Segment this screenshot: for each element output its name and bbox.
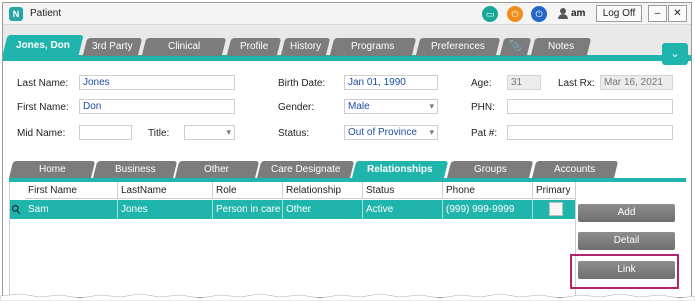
status-label: Status: [278,128,310,139]
cell-last-name: Jones [118,200,213,219]
tab-clinical[interactable]: Clinical [141,38,227,56]
tab-home[interactable]: Home [8,161,96,179]
column-header-relationship[interactable]: Relationship [283,182,363,199]
tab-groups[interactable]: Groups [446,161,534,179]
birth-date-label: Birth Date: [278,78,326,89]
user-icon [558,8,568,19]
birth-date-field[interactable]: Jan 01, 1990 [344,75,438,90]
table-row[interactable]: ⚲ Sam Jones Person in care Other Active … [8,200,576,219]
column-header-first-name[interactable]: First Name [25,182,118,199]
cell-status: Active [363,200,443,219]
tab-accounts[interactable]: Accounts [531,161,619,179]
tab-profile[interactable]: Profile [226,38,282,56]
title-bar: N Patient ▭ ⏻ ⏻ am Log Off – ✕ [3,3,691,25]
monitor-icon[interactable]: ▭ [482,6,498,22]
age-field: 31 [507,75,541,90]
tab-notes[interactable]: Notes [530,38,592,56]
mid-name-label: Mid Name: [17,128,66,139]
phn-label: PHN: [471,102,495,113]
first-name-field[interactable]: Don [79,99,235,114]
user-name: am [571,8,586,19]
column-header-last-name[interactable]: LastName [118,182,213,199]
paperclip-icon[interactable]: ⚲ [8,201,25,217]
detail-button[interactable]: Detail [578,232,675,250]
column-header-phone[interactable]: Phone [443,182,533,199]
paperclip-icon: 📎 [509,41,522,52]
mid-name-field[interactable] [79,125,132,140]
pat-no-field[interactable] [507,125,673,140]
column-header-primary[interactable]: Primary [533,182,576,199]
tab-patient[interactable]: Jones, Don [3,35,84,56]
logoff-button[interactable]: Log Off [596,5,642,22]
tab-business[interactable]: Business [92,161,178,179]
app-logo-icon: N [9,7,23,21]
tab-care-designate[interactable]: Care Designate [256,161,355,179]
relationships-table: First Name LastName Role Relationship St… [8,182,576,297]
last-name-field[interactable]: Jones [79,75,235,90]
double-chevron-down-icon[interactable]: ⌄ [662,43,688,65]
power-icon[interactable]: ⏻ [507,6,523,22]
tab-preferences[interactable]: Preferences [415,38,501,56]
first-name-label: First Name: [17,102,69,113]
last-rx-label: Last Rx: [558,78,595,89]
tab-3rd-party[interactable]: 3rd Party [82,38,143,56]
pat-no-label: Pat #: [471,128,498,139]
column-header-role[interactable]: Role [213,182,283,199]
phn-field[interactable] [507,99,673,114]
title-label: Title: [148,128,170,139]
window-title: Patient [30,8,62,19]
tab-other[interactable]: Other [174,161,260,179]
power-icon[interactable]: ⏻ [531,6,547,22]
minimize-button[interactable]: – [648,5,667,22]
torn-edge [0,293,695,301]
tab-programs[interactable]: Programs [329,38,417,56]
close-button[interactable]: ✕ [668,5,687,22]
tab-relationships[interactable]: Relationships [351,161,449,179]
link-button-highlight [570,254,679,289]
patient-window: N Patient ▭ ⏻ ⏻ am Log Off – ✕ Jones, Do… [2,2,692,298]
primary-checkbox[interactable] [549,202,563,216]
title-select[interactable] [184,125,235,140]
cell-first-name: Sam [25,200,118,219]
last-rx-field: Mar 16, 2021 [600,75,673,90]
gender-select[interactable]: Male [344,99,438,114]
add-button[interactable]: Add [578,204,675,222]
last-name-label: Last Name: [17,78,69,89]
gender-label: Gender: [278,102,315,113]
tab-attachments[interactable]: 📎 [499,38,532,56]
cell-role: Person in care [213,200,283,219]
age-label: Age: [471,78,492,89]
status-select[interactable]: Out of Province [344,125,438,140]
tab-history[interactable]: History [280,38,331,56]
cell-relationship: Other [283,200,363,219]
column-header-status[interactable]: Status [363,182,443,199]
cell-phone: (999) 999-9999 [443,200,533,219]
